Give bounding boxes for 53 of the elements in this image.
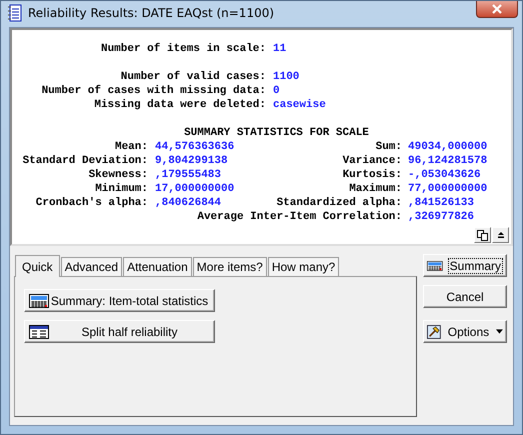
stat-value: 9,804299138 bbox=[155, 155, 228, 167]
stat-label: Maximum: bbox=[349, 183, 402, 195]
eject-icon bbox=[496, 231, 504, 239]
copy-button[interactable] bbox=[474, 227, 491, 243]
document-icon bbox=[7, 4, 23, 22]
stat-value: 49034,000000 bbox=[408, 141, 488, 153]
stat-label: Mean: bbox=[114, 141, 148, 153]
stat-value: 17,000000000 bbox=[155, 183, 234, 195]
stat-value: -,053043626 bbox=[408, 169, 481, 181]
tab[interactable]: Attenuation bbox=[123, 257, 192, 276]
tab[interactable]: More items? bbox=[192, 257, 267, 276]
stat-label: Skewness: bbox=[88, 169, 148, 181]
caret-icon bbox=[496, 329, 503, 334]
table-icon bbox=[29, 324, 49, 338]
report-label: Number of items in scale: bbox=[100, 42, 266, 56]
summary-heading: SUMMARY STATISTICS FOR SCALE bbox=[184, 127, 369, 139]
report-value: 11 bbox=[273, 42, 288, 56]
stat-label: Sum: bbox=[376, 141, 402, 153]
window-title: Reliability Results: DATE EAQst (n=1100) bbox=[28, 6, 274, 20]
stat-label: Kurtosis: bbox=[342, 169, 402, 181]
stat-value: 77,000000000 bbox=[408, 183, 488, 195]
stat-label: Standardized alpha: bbox=[276, 197, 402, 209]
copy-icon bbox=[477, 230, 488, 240]
dialog-button[interactable]: Options bbox=[423, 320, 507, 343]
stat-label: Minimum: bbox=[95, 183, 148, 195]
report-label: Missing data were deleted: bbox=[93, 98, 266, 112]
dialog-button[interactable]: Summary bbox=[423, 254, 507, 277]
hammer-icon bbox=[427, 324, 441, 340]
stat-label: Average Inter-Item Correlation: bbox=[197, 211, 402, 223]
stat-value: ,841526133 bbox=[408, 197, 474, 209]
stat-label: Cronbach's alpha: bbox=[36, 197, 148, 209]
action-button[interactable]: Split half reliability bbox=[24, 320, 215, 343]
tab[interactable]: How many? bbox=[268, 257, 340, 276]
stat-label: Standard Deviation: bbox=[22, 155, 148, 167]
report-label: Number of cases with missing data: bbox=[40, 84, 266, 98]
stat-label: Variance: bbox=[342, 155, 402, 167]
stat-value: ,179555483 bbox=[155, 169, 222, 181]
close-icon bbox=[491, 4, 503, 14]
stat-value: 44,576363636 bbox=[155, 141, 234, 153]
report-value: 0 bbox=[273, 84, 281, 98]
stat-value: ,326977826 bbox=[408, 211, 474, 223]
action-button[interactable]: Summary: Item-total statistics bbox=[24, 289, 215, 312]
scroll-up-button[interactable] bbox=[492, 227, 509, 243]
stat-value: ,840626844 bbox=[155, 197, 222, 209]
dialog-button[interactable]: Cancel bbox=[423, 285, 507, 308]
close-button[interactable] bbox=[476, 1, 518, 18]
report-value: casewise bbox=[273, 98, 327, 112]
spreadsheet-icon bbox=[29, 294, 49, 308]
report-value: 1100 bbox=[273, 70, 300, 84]
report-label: Number of valid cases: bbox=[120, 70, 266, 84]
tab[interactable]: Advanced bbox=[60, 257, 122, 276]
stat-value: 96,124281578 bbox=[408, 155, 488, 167]
tab[interactable]: Quick bbox=[15, 255, 60, 277]
